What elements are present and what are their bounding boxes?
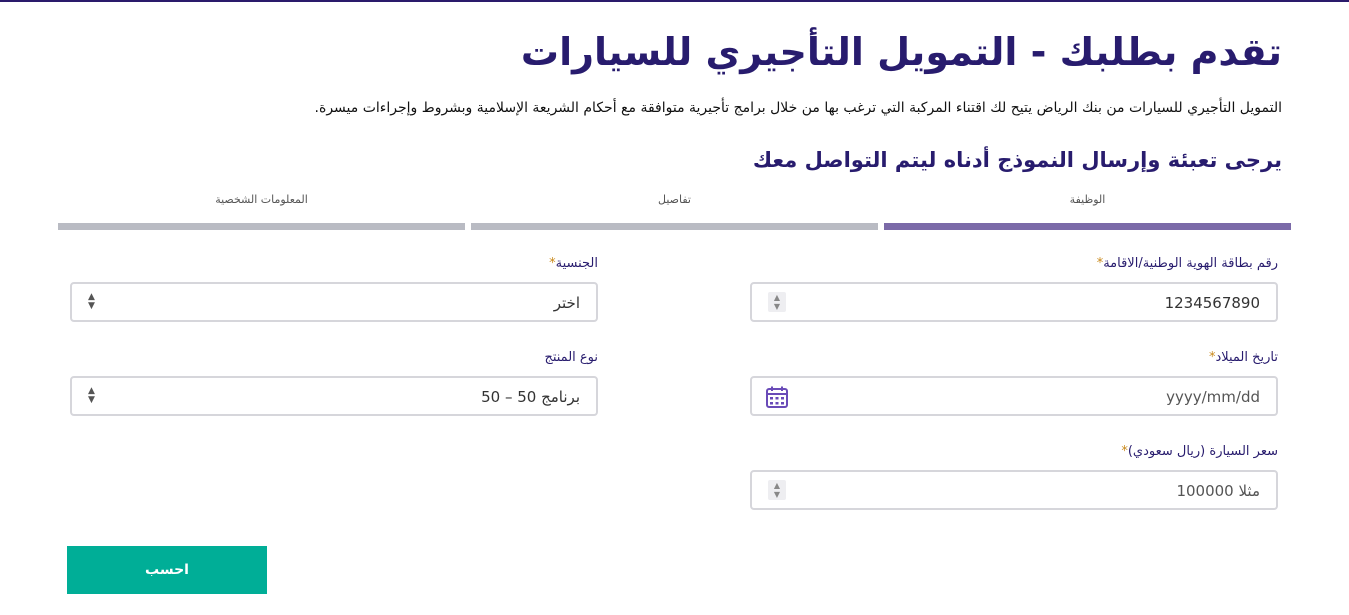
step-job[interactable]: الوظيفة [884,193,1291,233]
form-heading: يرجى تعبئة وإرسال النموذج أدناه ليتم الت… [752,148,1282,172]
car-price-input[interactable]: مثلا 100000 ▲ ▼ [750,470,1278,510]
select-arrows-icon: ▲ ▼ [88,386,95,405]
number-spinner-icon[interactable]: ▲ ▼ [768,480,786,500]
top-border [0,0,1349,2]
calendar-icon[interactable] [765,385,789,409]
id-number-value: 1234567890 [1164,294,1260,312]
step-label: المعلومات الشخصية [215,193,308,206]
step-personal-info[interactable]: المعلومات الشخصية [58,193,465,233]
step-label: الوظيفة [1069,193,1106,206]
car-price-placeholder: مثلا 100000 [1176,482,1260,500]
nationality-label: الجنسية* [549,256,598,271]
progress-steps: الوظيفة تفاصيل المعلومات الشخصية [58,193,1291,233]
calculate-button[interactable]: احسب [67,546,267,594]
product-type-select[interactable]: برنامج 50 – 50 ▲ ▼ [70,376,598,416]
product-type-selected-value: برنامج 50 – 50 [481,388,580,406]
select-arrows-icon: ▲ ▼ [88,292,95,311]
nationality-select[interactable]: اختر ▲ ▼ [70,282,598,322]
step-bar-active [884,223,1291,230]
birth-date-label: تاريخ الميلاد* [1208,350,1278,365]
step-bar [471,223,878,230]
step-details[interactable]: تفاصيل [471,193,878,233]
step-label: تفاصيل [658,193,691,206]
nationality-selected-value: اختر [553,294,580,312]
product-type-label: نوع المنتج [544,350,598,365]
birth-date-input[interactable]: yyyy/mm/dd [750,376,1278,416]
number-spinner-icon[interactable]: ▲ ▼ [768,292,786,312]
page-description: التمويل التأجيري للسيارات من بنك الرياض … [314,100,1282,116]
page-title: تقدم بطلبك - التمويل التأجيري للسيارات [520,30,1282,74]
id-number-input[interactable]: 1234567890 ▲ ▼ [750,282,1278,322]
id-number-label: رقم بطاقة الهوية الوطنية/الاقامة* [1096,256,1278,271]
step-bar [58,223,465,230]
car-price-label: سعر السيارة (ريال سعودي)* [1121,444,1278,459]
birth-date-placeholder: yyyy/mm/dd [1166,388,1260,406]
